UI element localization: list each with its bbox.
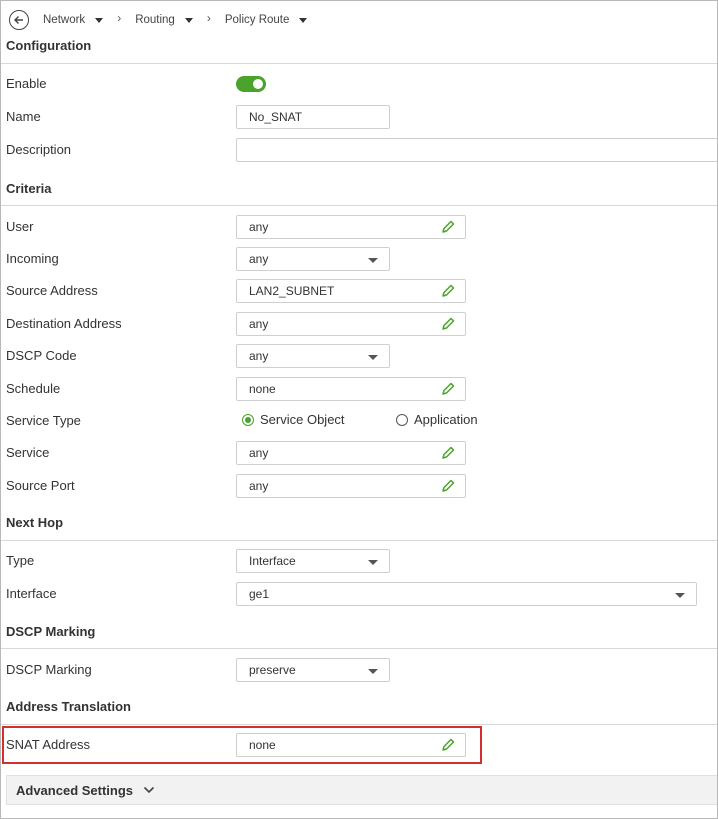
radio-service-object[interactable]: Service Object — [242, 412, 345, 427]
schedule-label: Schedule — [6, 381, 61, 396]
caret-down-icon — [95, 17, 104, 23]
dscp-marking-value: preserve — [249, 663, 296, 677]
breadcrumb-routing[interactable]: Routing — [135, 14, 193, 26]
section-address-translation: Address Translation — [6, 699, 131, 714]
divider — [1, 540, 717, 541]
service-label: Service — [6, 445, 50, 460]
section-dscp-marking: DSCP Marking — [6, 624, 96, 639]
divider — [1, 648, 717, 649]
breadcrumb-routing-label: Routing — [135, 14, 175, 26]
source-port-field[interactable]: any — [236, 474, 466, 498]
toggle-knob — [253, 79, 263, 89]
incoming-select[interactable]: any — [236, 247, 390, 271]
radio-application-label: Application — [414, 412, 478, 427]
interface-label: Interface — [6, 586, 57, 601]
next-hop-type-select[interactable]: Interface — [236, 549, 390, 573]
service-field[interactable]: any — [236, 441, 466, 465]
policy-route-page: Network › Routing › Policy Route Configu… — [0, 0, 718, 819]
caret-down-icon — [675, 593, 685, 598]
next-hop-type-label: Type — [6, 553, 35, 568]
enable-toggle[interactable] — [236, 76, 266, 92]
source-port-value: any — [249, 479, 269, 493]
breadcrumb: Network › Routing › Policy Route — [9, 9, 308, 31]
caret-down-icon — [184, 17, 193, 23]
description-label: Description — [6, 142, 72, 157]
interface-value: ge1 — [249, 587, 270, 601]
chevron-down-icon — [143, 786, 155, 794]
source-address-value: LAN2_SUBNET — [249, 284, 335, 298]
incoming-label: Incoming — [6, 251, 59, 266]
dscp-code-label: DSCP Code — [6, 348, 77, 363]
destination-address-field[interactable]: any — [236, 312, 466, 336]
pencil-icon[interactable] — [441, 220, 455, 234]
breadcrumb-separator: › — [206, 11, 211, 25]
source-address-field[interactable]: LAN2_SUBNET — [236, 279, 466, 303]
breadcrumb-network-label: Network — [43, 14, 86, 26]
schedule-value: none — [249, 382, 276, 396]
name-input[interactable]: No_SNAT — [236, 105, 390, 129]
breadcrumb-separator: › — [117, 11, 122, 25]
destination-address-label: Destination Address — [6, 316, 122, 331]
divider — [1, 724, 717, 725]
source-port-label: Source Port — [6, 478, 75, 493]
advanced-settings-label: Advanced Settings — [16, 782, 134, 798]
service-type-label: Service Type — [6, 413, 81, 428]
user-value: any — [249, 220, 269, 234]
snat-highlight-box — [2, 726, 482, 764]
description-input[interactable] — [236, 138, 717, 162]
caret-down-icon — [368, 669, 378, 674]
dscp-code-select[interactable]: any — [236, 344, 390, 368]
name-label: Name — [6, 109, 41, 124]
next-hop-type-value: Interface — [249, 554, 296, 568]
incoming-value: any — [249, 252, 269, 266]
divider — [1, 63, 717, 64]
source-address-label: Source Address — [6, 283, 98, 298]
dscp-code-value: any — [249, 349, 269, 363]
pencil-icon[interactable] — [441, 382, 455, 396]
dscp-marking-label: DSCP Marking — [6, 662, 92, 677]
destination-address-value: any — [249, 317, 269, 331]
pencil-icon[interactable] — [441, 446, 455, 460]
advanced-settings-toggle[interactable]: Advanced Settings — [6, 775, 717, 805]
section-configuration: Configuration — [6, 38, 92, 53]
divider — [1, 205, 717, 206]
radio-application[interactable]: Application — [396, 412, 478, 427]
caret-down-icon — [368, 355, 378, 360]
section-criteria: Criteria — [6, 181, 52, 196]
radio-unchecked-icon — [396, 413, 408, 426]
user-label: User — [6, 219, 34, 234]
enable-label: Enable — [6, 76, 47, 91]
radio-checked-icon — [242, 413, 254, 426]
caret-down-icon — [368, 560, 378, 565]
caret-down-icon — [368, 258, 378, 263]
dscp-marking-select[interactable]: preserve — [236, 658, 390, 682]
caret-down-icon — [299, 17, 308, 23]
section-next-hop: Next Hop — [6, 515, 64, 530]
user-field[interactable]: any — [236, 215, 466, 239]
interface-select[interactable]: ge1 — [236, 582, 697, 606]
pencil-icon[interactable] — [441, 317, 455, 331]
name-value: No_SNAT — [249, 110, 303, 124]
pencil-icon[interactable] — [441, 479, 455, 493]
service-value: any — [249, 446, 269, 460]
breadcrumb-policy-route[interactable]: Policy Route — [225, 14, 308, 26]
schedule-field[interactable]: none — [236, 377, 466, 401]
breadcrumb-network[interactable]: Network — [43, 14, 104, 26]
pencil-icon[interactable] — [441, 284, 455, 298]
back-icon[interactable] — [9, 10, 29, 30]
radio-service-object-label: Service Object — [260, 412, 345, 427]
breadcrumb-policy-route-label: Policy Route — [224, 14, 290, 26]
